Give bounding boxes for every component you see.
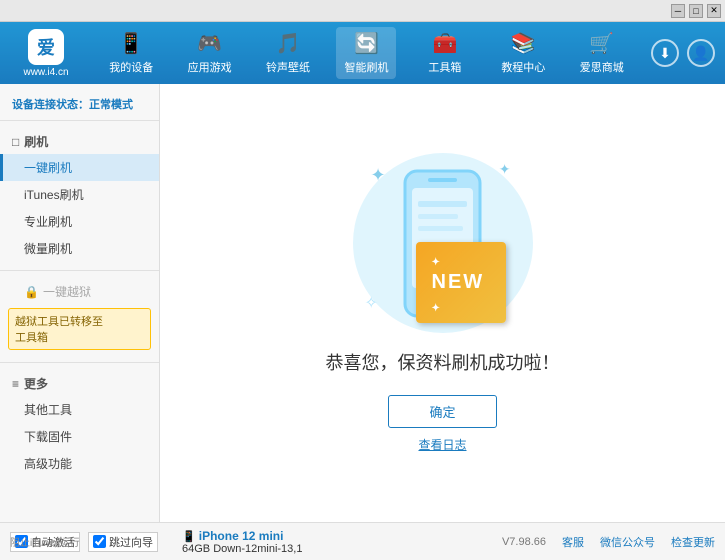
nav-item-toolbox[interactable]: 🧰 工具箱 [415, 27, 475, 79]
logo-icon: 爱 [28, 29, 64, 65]
sidebar-section-jailbreak: 🔒 一键越狱 越狱工具已转移至工具箱 [0, 275, 159, 358]
sidebar-item-advanced[interactable]: 高级功能 [0, 450, 159, 477]
nav-label-my-device: 我的设备 [109, 59, 153, 75]
more-section-icon: ≡ [12, 377, 19, 391]
apps-games-icon: 🎮 [197, 31, 222, 56]
sidebar-item-download-fw[interactable]: 下载固件 [0, 423, 159, 450]
sidebar-item-one-key-flash[interactable]: 一键刷机 [0, 154, 159, 181]
minimize-button[interactable]: ─ [671, 4, 685, 18]
skip-wizard-input[interactable] [93, 535, 106, 548]
nav-item-my-device[interactable]: 📱 我的设备 [101, 27, 161, 79]
sidebar: 设备连接状态：正常模式 □ 刷机 一键刷机 iTunes刷机 专业刷机 微量刷机 [0, 84, 160, 522]
more-section-title: ≡ 更多 [0, 371, 159, 396]
device-storage: 64GB [182, 543, 210, 555]
wechat-link[interactable]: 微信公众号 [600, 534, 655, 550]
nav-label-mall: 爱思商城 [580, 59, 624, 75]
phone-illustration: ✦ ✦ ✧ ✦ NEW ✦ [353, 153, 533, 333]
nav-label-tutorials: 教程中心 [501, 59, 545, 75]
sidebar-item-micro-flash[interactable]: 微量刷机 [0, 235, 159, 262]
nav-item-smart-flash[interactable]: 🔄 智能刷机 [336, 27, 396, 79]
nav-label-ringtones: 铃声壁纸 [266, 59, 310, 75]
mall-icon: 🛒 [589, 31, 614, 56]
flash-section-title: □ 刷机 [0, 129, 159, 154]
jailbreak-section-disabled: 🔒 一键越狱 [0, 279, 159, 304]
my-device-icon: 📱 [119, 31, 144, 56]
device-phone-icon: 📱 [182, 531, 199, 543]
user-button[interactable]: 👤 [687, 39, 715, 67]
status-label: 设备连接状态： [12, 99, 89, 111]
itunes-status: 阻止iTunes运行 [0, 522, 90, 560]
divider-2 [0, 362, 159, 363]
skip-wizard-label: 跳过向导 [109, 534, 153, 550]
nav-bar: 爱 www.i4.cn 📱 我的设备 🎮 应用游戏 🎵 铃声壁纸 🔄 智能刷机 … [0, 22, 725, 84]
confirm-button[interactable]: 确定 [388, 395, 496, 428]
sidebar-section-flash: □ 刷机 一键刷机 iTunes刷机 专业刷机 微量刷机 [0, 125, 159, 266]
device-firmware: Down-12mini-13,1 [213, 543, 302, 555]
device-name: iPhone 12 mini [199, 529, 284, 543]
download-button[interactable]: ⬇ [651, 39, 679, 67]
lock-icon: 🔒 [24, 285, 39, 299]
divider-1 [0, 270, 159, 271]
version-text: V7.98.66 [502, 536, 546, 548]
nav-item-ringtones[interactable]: 🎵 铃声壁纸 [258, 27, 318, 79]
sidebar-item-pro-flash[interactable]: 专业刷机 [0, 208, 159, 235]
content-area: ✦ ✦ ✧ ✦ NEW ✦ 恭喜您，保资料刷机成功啦！ 确定 查看日志 [160, 84, 725, 522]
detail-link[interactable]: 查看日志 [418, 436, 466, 453]
logo: 爱 www.i4.cn [10, 29, 82, 78]
tutorials-icon: 📚 [511, 31, 536, 56]
skip-wizard-checkbox[interactable]: 跳过向导 [88, 532, 158, 552]
nav-item-apps-games[interactable]: 🎮 应用游戏 [180, 27, 240, 79]
success-message: 恭喜您，保资料刷机成功啦！ [326, 349, 560, 375]
sparkle-icon-1: ✦ [371, 165, 386, 186]
sidebar-item-other-tools[interactable]: 其他工具 [0, 396, 159, 423]
sparkle-icon-2: ✦ [499, 161, 511, 178]
check-update-link[interactable]: 检查更新 [671, 534, 715, 550]
nav-label-smart-flash: 智能刷机 [344, 59, 388, 75]
nav-label-toolbox: 工具箱 [428, 59, 461, 75]
smart-flash-icon: 🔄 [354, 31, 379, 56]
nav-item-tutorials[interactable]: 📚 教程中心 [493, 27, 553, 79]
nav-item-mall[interactable]: 🛒 爱思商城 [572, 27, 632, 79]
main-area: 设备连接状态：正常模式 □ 刷机 一键刷机 iTunes刷机 专业刷机 微量刷机 [0, 84, 725, 522]
bottom-bar: 自动激活 跳过向导 📱 iPhone 12 mini 64GB Down-12m… [0, 522, 725, 560]
ringtones-icon: 🎵 [276, 31, 301, 56]
device-info: 📱 iPhone 12 mini 64GB Down-12mini-13,1 [170, 529, 502, 555]
window-controls: ─ □ ✕ [671, 4, 721, 18]
bottom-right: V7.98.66 客服 微信公众号 检查更新 [502, 534, 715, 550]
toolbox-icon: 🧰 [432, 31, 457, 56]
sidebar-section-more: ≡ 更多 其他工具 下载固件 高级功能 [0, 367, 159, 481]
jailbreak-label: 一键越狱 [43, 283, 91, 300]
sidebar-item-itunes-flash[interactable]: iTunes刷机 [0, 181, 159, 208]
nav-label-apps-games: 应用游戏 [188, 59, 232, 75]
logo-site-name: www.i4.cn [23, 67, 68, 78]
support-link[interactable]: 客服 [562, 534, 584, 550]
flash-section-icon: □ [12, 135, 19, 149]
nav-items: 📱 我的设备 🎮 应用游戏 🎵 铃声壁纸 🔄 智能刷机 🧰 工具箱 📚 教程中心… [92, 27, 641, 79]
title-bar: ─ □ ✕ [0, 0, 725, 22]
status-bar: 设备连接状态：正常模式 [0, 92, 159, 121]
flash-section-label: 刷机 [24, 133, 48, 150]
status-value: 正常模式 [89, 99, 133, 111]
more-section-label: 更多 [24, 375, 48, 392]
restore-button[interactable]: □ [689, 4, 703, 18]
sparkle-icon-3: ✧ [365, 293, 378, 313]
close-button[interactable]: ✕ [707, 4, 721, 18]
jailbreak-notice: 越狱工具已转移至工具箱 [8, 308, 151, 350]
new-badge: ✦ NEW ✦ [416, 242, 506, 323]
nav-right-controls: ⬇ 👤 [651, 39, 715, 67]
